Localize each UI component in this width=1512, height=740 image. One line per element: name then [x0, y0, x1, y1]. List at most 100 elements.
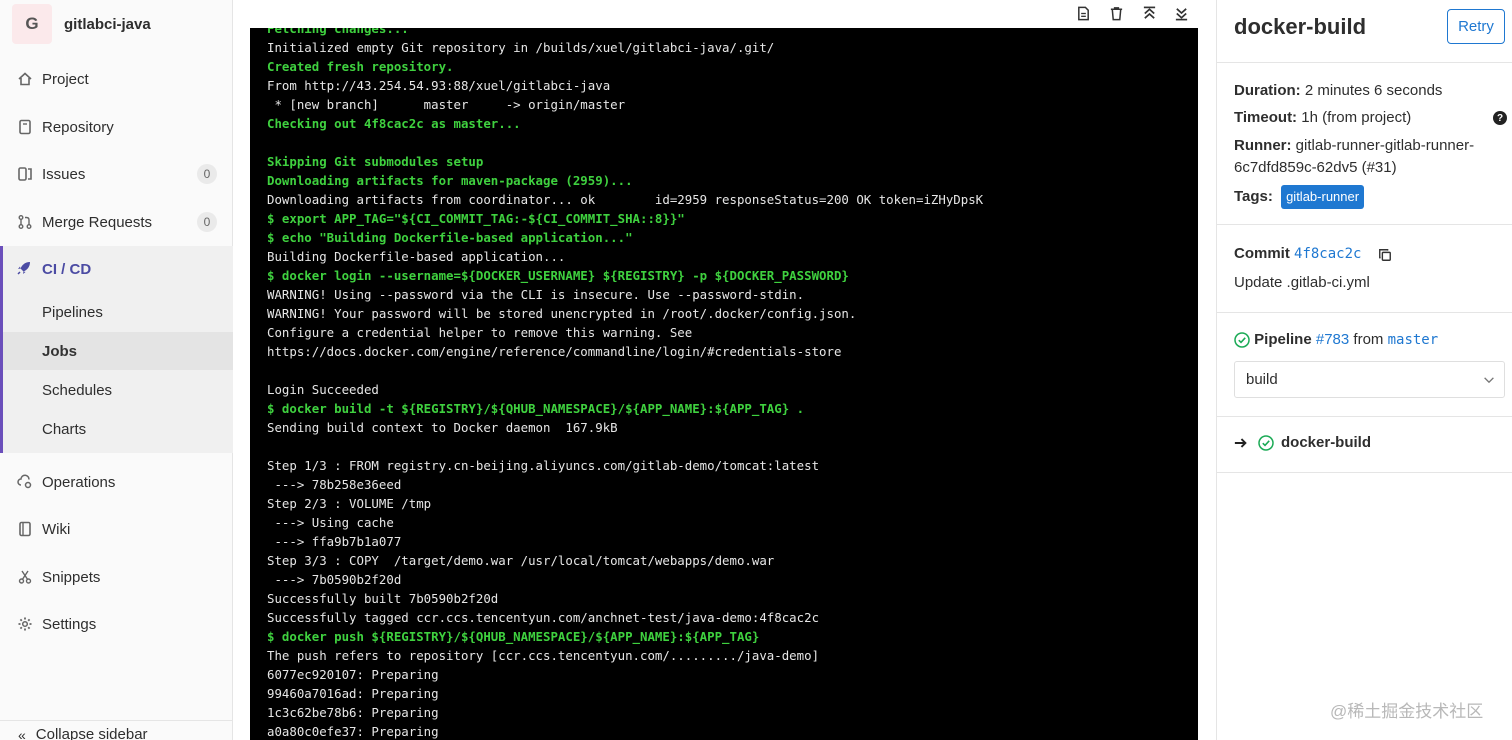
commit-label: Commit — [1234, 245, 1290, 262]
sidebar-item-label: Settings — [42, 615, 97, 633]
tag-badge: gitlab-runner — [1281, 185, 1365, 209]
home-icon — [16, 70, 34, 88]
sidebar-item-snippets[interactable]: Snippets — [0, 557, 233, 597]
job-title: docker-build — [1234, 14, 1367, 39]
log-line: $ export APP_TAG="${CI_COMMIT_TAG:-${CI_… — [267, 211, 685, 226]
rocket-icon — [16, 260, 34, 278]
log-line: Configure a credential helper to remove … — [267, 325, 693, 340]
log-line: Fetching changes... — [267, 28, 409, 36]
log-line: Created fresh repository. — [267, 59, 454, 74]
pipeline-info: Pipeline #783 from master — [1234, 329, 1438, 351]
raw-log-icon[interactable] — [1074, 4, 1092, 22]
timeout-info: Timeout: 1h (from project) — [1234, 107, 1411, 129]
sidebar-item-settings[interactable]: Settings — [0, 604, 233, 644]
copy-icon[interactable] — [1378, 247, 1392, 261]
log-line: Successfully built 7b0590b2f20d — [267, 591, 499, 606]
log-line: * [new branch] master -> origin/master — [267, 97, 626, 112]
pipeline-from: from — [1353, 331, 1384, 348]
issues-icon — [16, 165, 34, 183]
stage-job-item[interactable]: docker-build — [1234, 434, 1371, 451]
merge-requests-count-badge: 0 — [197, 212, 217, 232]
collapse-sidebar-button[interactable]: « Collapse sidebar — [0, 720, 233, 740]
retry-button[interactable]: Retry — [1447, 9, 1505, 44]
timeout-value: 1h (from project) — [1301, 109, 1412, 126]
sidebar-item-label: Issues — [42, 165, 86, 183]
sidebar-item-merge-requests[interactable]: Merge Requests 0 — [0, 202, 233, 242]
runner-info: Runner: gitlab-runner-gitlab-runner- 6c7… — [1234, 135, 1474, 179]
log-line: $ echo "Building Dockerfile-based applic… — [267, 230, 633, 245]
sidebar-item-project[interactable]: Project — [0, 59, 233, 99]
runner-value: gitlab-runner-gitlab-runner- — [1295, 137, 1475, 154]
sidebar-item-label: Merge Requests — [42, 213, 153, 231]
scroll-to-bottom-icon[interactable] — [1172, 4, 1190, 22]
sidebar-item-repository[interactable]: Repository — [0, 107, 233, 147]
log-line: Step 3/3 : COPY /target/demo.war /usr/lo… — [267, 553, 775, 568]
pipeline-label: Pipeline — [1254, 331, 1312, 348]
project-header[interactable]: G gitlabci-java — [0, 0, 232, 48]
log-line: ---> Using cache — [267, 515, 394, 530]
log-line: $ docker login --username=${DOCKER_USERN… — [267, 268, 849, 283]
divider — [1217, 224, 1512, 225]
sidebar-item-label: CI / CD — [42, 260, 92, 278]
sidebar-subitem-schedules[interactable]: Schedules — [3, 371, 233, 409]
sidebar-item-label: Snippets — [42, 568, 101, 586]
log-line: Sending build context to Docker daemon 1… — [267, 420, 618, 435]
log-line: Downloading artifacts for maven-package … — [267, 173, 633, 188]
runner-value-cont: 6c7dfd859c-62dv5 (#31) — [1234, 159, 1397, 176]
cloud-gear-icon — [16, 473, 34, 491]
status-success-icon — [1258, 434, 1274, 451]
log-line: $ docker build -t ${REGISTRY}/${QHUB_NAM… — [267, 401, 805, 416]
log-line: Downloading artifacts from coordinator..… — [267, 192, 984, 207]
project-avatar: G — [12, 4, 52, 44]
log-line: ---> ffa9b7b1a077 — [267, 534, 402, 549]
commit-message: Update .gitlab-ci.yml — [1234, 274, 1370, 291]
tags-label: Tags: — [1234, 187, 1273, 205]
log-line: 1c3c62be78b6: Preparing — [267, 705, 439, 720]
sidebar-subitem-pipelines[interactable]: Pipelines — [3, 293, 233, 331]
divider — [1217, 416, 1512, 417]
sidebar-item-label: Operations — [42, 473, 116, 491]
double-chevron-left-icon: « — [18, 726, 26, 740]
log-line: $ docker push ${REGISTRY}/${QHUB_NAMESPA… — [267, 629, 760, 644]
log-line: Skipping Git submodules setup — [267, 154, 484, 169]
project-name: gitlabci-java — [64, 15, 151, 33]
scroll-to-top-icon[interactable] — [1140, 4, 1158, 22]
sidebar-item-label: Wiki — [42, 520, 71, 538]
log-line: Login Succeeded — [267, 382, 379, 397]
status-success-icon — [1234, 332, 1250, 348]
sidebar: G gitlabci-java Project Repository Issue… — [0, 0, 233, 740]
log-line: 99460a7016ad: Preparing — [267, 686, 439, 701]
sidebar-item-operations[interactable]: Operations — [0, 462, 233, 502]
log-line: Step 1/3 : FROM registry.cn-beijing.aliy… — [267, 458, 820, 473]
sidebar-subitem-charts[interactable]: Charts — [3, 410, 233, 448]
log-line: Initialized empty Git repository in /bui… — [267, 40, 775, 55]
stage-select[interactable]: build — [1234, 361, 1505, 398]
divider — [1217, 312, 1512, 313]
branch-link[interactable]: master — [1388, 332, 1439, 348]
erase-log-icon[interactable] — [1107, 4, 1125, 22]
log-line: The push refers to repository [ccr.ccs.t… — [267, 648, 820, 663]
arrow-right-icon — [1234, 436, 1248, 450]
collapse-sidebar-label: Collapse sidebar — [35, 726, 148, 740]
pipeline-link[interactable]: #783 — [1316, 331, 1349, 348]
log-line: a0a80c0efe37: Preparing — [267, 724, 439, 739]
log-line: https://docs.docker.com/engine/reference… — [267, 344, 842, 359]
sidebar-item-issues[interactable]: Issues 0 — [0, 154, 233, 194]
divider — [1217, 472, 1512, 473]
question-icon[interactable]: ? — [1493, 111, 1507, 125]
sidebar-item-wiki[interactable]: Wiki — [0, 509, 233, 549]
sidebar-item-cicd[interactable]: CI / CD — [0, 246, 233, 292]
log-line: 6077ec920107: Preparing — [267, 667, 439, 682]
timeout-label: Timeout: — [1234, 109, 1298, 126]
stage-job-name: docker-build — [1281, 434, 1372, 451]
sidebar-subitem-jobs[interactable]: Jobs — [3, 332, 233, 370]
commit-sha-link[interactable]: 4f8cac2c — [1294, 246, 1361, 262]
log-line: WARNING! Using --password via the CLI is… — [267, 287, 805, 302]
job-log[interactable]: Fetching changes... Initialized empty Git… — [250, 28, 1198, 740]
log-line: WARNING! Your password will be stored un… — [267, 306, 857, 321]
commit-info: Commit 4f8cac2c — [1234, 243, 1392, 265]
log-line: ---> 7b0590b2f20d — [267, 572, 402, 587]
